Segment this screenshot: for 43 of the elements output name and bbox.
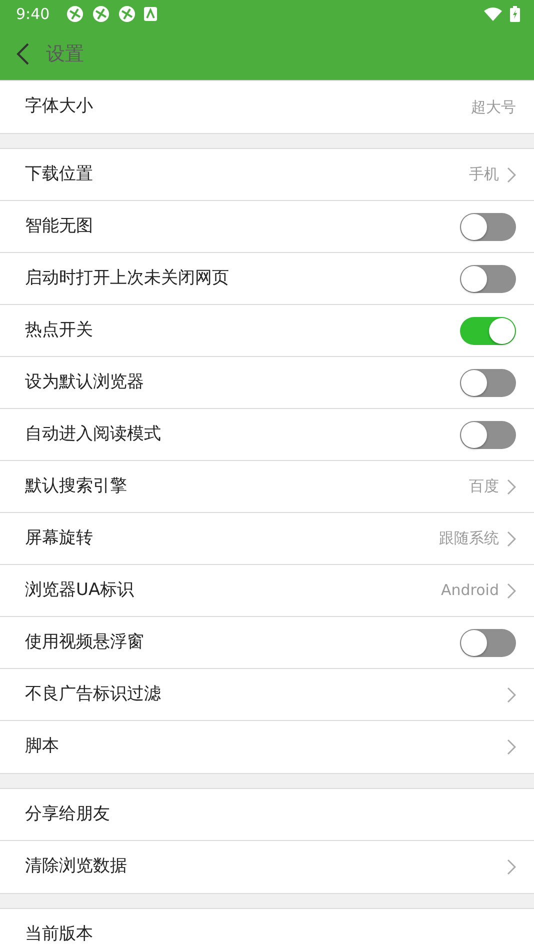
- setting-value: Android: [441, 580, 499, 602]
- setting-value: 百度: [469, 476, 499, 498]
- settings-row[interactable]: 热点开关: [0, 305, 534, 357]
- settings-row[interactable]: 清除浏览数据: [0, 841, 534, 893]
- toggle-switch[interactable]: [460, 212, 516, 240]
- battery-charging-icon: [510, 6, 520, 22]
- setting-value: 超大号: [471, 96, 516, 118]
- back-button[interactable]: [16, 43, 30, 65]
- settings-row[interactable]: 屏幕旋转 跟随系统: [0, 513, 534, 565]
- settings-row[interactable]: 脚本: [0, 721, 534, 773]
- chevron-icon: [507, 582, 516, 598]
- settings-row[interactable]: 默认搜索引擎 百度: [0, 461, 534, 513]
- app-notification-icon: [92, 5, 110, 23]
- toggle-switch[interactable]: [460, 628, 516, 656]
- chevron-icon: [507, 859, 516, 875]
- app-notification-icon: [118, 5, 136, 23]
- chevron-icon: [507, 739, 516, 755]
- chevron-icon: [507, 166, 516, 182]
- toggle-switch[interactable]: [460, 264, 516, 292]
- settings-row[interactable]: 分享给朋友: [0, 789, 534, 841]
- toggle-switch[interactable]: [460, 420, 516, 448]
- page-title: 设置: [46, 42, 84, 67]
- notification-icon: [144, 7, 157, 21]
- setting-value: 手机: [469, 164, 499, 186]
- settings-row[interactable]: 不良广告标识过滤: [0, 669, 534, 721]
- settings-row[interactable]: 浏览器UA标识 Android: [0, 565, 534, 617]
- chevron-icon: [507, 530, 516, 546]
- settings-row[interactable]: 字体大小 超大号: [0, 81, 534, 133]
- wifi-icon: [484, 7, 502, 21]
- settings-row[interactable]: 设为默认浏览器: [0, 357, 534, 409]
- settings-row[interactable]: 当前版本: [0, 909, 534, 950]
- settings-row[interactable]: 启动时打开上次未关闭网页: [0, 253, 534, 305]
- chevron-icon: [507, 478, 516, 494]
- app-notification-icon: [66, 5, 84, 23]
- chevron-icon: [507, 686, 516, 702]
- settings-row[interactable]: 自动进入阅读模式: [0, 409, 534, 461]
- toggle-switch[interactable]: [460, 368, 516, 396]
- setting-value: 跟随系统: [439, 528, 499, 550]
- settings-row[interactable]: 使用视频悬浮窗: [0, 617, 534, 669]
- toggle-switch[interactable]: [460, 316, 516, 344]
- status-time: 9:40: [16, 4, 50, 25]
- settings-row[interactable]: 下载位置 手机: [0, 149, 534, 201]
- settings-row[interactable]: 智能无图: [0, 201, 534, 253]
